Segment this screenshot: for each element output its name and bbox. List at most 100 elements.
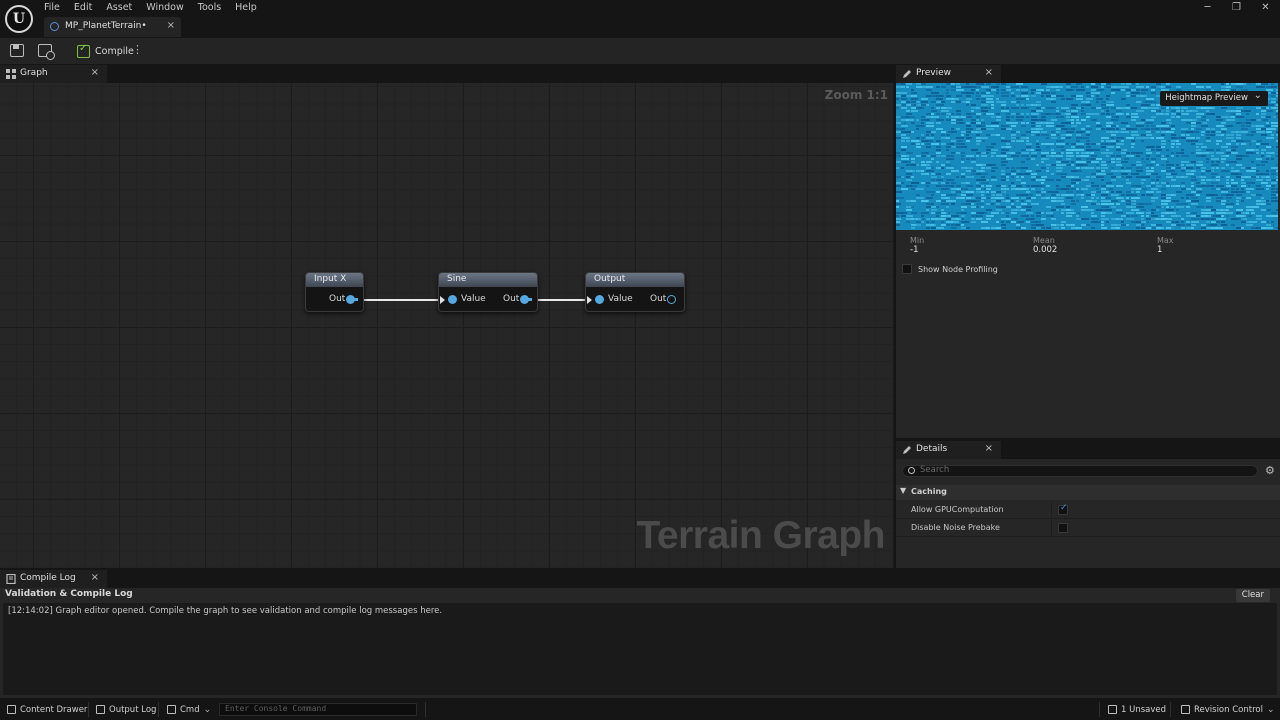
- noise-texel: [1131, 95, 1136, 97]
- noise-texel: [1166, 140, 1170, 142]
- tab-compile-log[interactable]: Compile Log ×: [0, 570, 107, 588]
- noise-texel: [901, 149, 906, 151]
- noise-texel: [911, 158, 915, 160]
- noise-texel: [1221, 83, 1224, 85]
- clear-log-button[interactable]: Clear: [1235, 589, 1270, 602]
- noise-texel: [941, 134, 945, 136]
- noise-texel: [961, 224, 964, 226]
- noise-texel: [1046, 89, 1050, 91]
- noise-texel: [1256, 146, 1259, 148]
- noise-texel: [1101, 209, 1106, 211]
- settings-gear-icon[interactable]: ⚙: [1265, 464, 1275, 477]
- noise-texel: [1096, 173, 1101, 175]
- node-output[interactable]: Output Value Out: [585, 272, 685, 312]
- noise-texel: [1156, 209, 1159, 211]
- pin-exec-in-arrow: [587, 296, 592, 304]
- noise-texel: [1056, 143, 1061, 145]
- tab-compile-log-close-icon[interactable]: ×: [91, 572, 99, 583]
- unsaved-button[interactable]: 1 Unsaved: [1108, 699, 1166, 720]
- noise-texel: [1051, 98, 1056, 100]
- content-drawer-button[interactable]: Content Drawer: [7, 699, 87, 720]
- menu-window[interactable]: Window: [139, 0, 190, 16]
- menu-help[interactable]: Help: [228, 0, 264, 16]
- noise-texel: [1131, 143, 1135, 145]
- show-node-profiling-checkbox[interactable]: [902, 264, 912, 274]
- noise-texel: [986, 149, 991, 151]
- allow-gpu-computation-checkbox[interactable]: [1058, 503, 1068, 515]
- tab-graph-close-icon[interactable]: ×: [91, 67, 99, 78]
- save-icon[interactable]: [10, 44, 24, 57]
- noise-texel: [1136, 116, 1139, 118]
- noise-texel: [1096, 95, 1099, 97]
- restore-button[interactable]: ❐: [1222, 0, 1251, 15]
- document-tab-close-icon[interactable]: ×: [167, 20, 175, 31]
- noise-texel: [1071, 125, 1077, 127]
- noise-texel: [1201, 134, 1204, 136]
- noise-texel: [1221, 122, 1226, 124]
- stat-min: Min -1: [910, 236, 924, 255]
- revision-control-button[interactable]: Revision Control ⌄: [1181, 699, 1275, 720]
- pin-out[interactable]: [667, 295, 676, 304]
- console-command-input[interactable]: Enter Console Command: [219, 703, 417, 716]
- noise-texel: [1066, 158, 1071, 160]
- noise-texel: [1036, 146, 1040, 148]
- noise-texel: [901, 101, 906, 103]
- noise-texel: [1076, 188, 1079, 190]
- noise-texel: [981, 137, 988, 139]
- caching-section-header[interactable]: ▼ Caching: [896, 485, 1280, 500]
- noise-texel: [896, 116, 900, 118]
- noise-texel: [916, 83, 921, 85]
- document-tab[interactable]: MP_PlanetTerrain• ×: [44, 17, 181, 37]
- noise-texel: [1096, 170, 1101, 172]
- tab-preview[interactable]: Preview ×: [896, 65, 1001, 83]
- node-input-x[interactable]: Input X Out: [305, 272, 364, 312]
- disable-noise-prebake-checkbox[interactable]: [1058, 523, 1068, 533]
- chevron-down-icon: ⌄: [203, 704, 212, 715]
- noise-texel: [1031, 176, 1036, 178]
- noise-texel: [1031, 116, 1037, 118]
- menu-file[interactable]: File: [37, 0, 67, 16]
- output-log-button[interactable]: Output Log: [96, 699, 156, 720]
- noise-texel: [1236, 143, 1239, 145]
- noise-texel: [911, 161, 915, 163]
- noise-texel: [1106, 203, 1114, 205]
- noise-texel: [1061, 146, 1064, 148]
- noise-texel: [936, 113, 940, 115]
- tab-details-close-icon[interactable]: ×: [985, 443, 993, 454]
- browse-asset-icon[interactable]: [38, 44, 55, 60]
- noise-texel: [976, 182, 979, 184]
- noise-texel: [1226, 209, 1229, 211]
- pin-value-in[interactable]: [448, 295, 457, 304]
- compile-log-messages[interactable]: [12:14:02] Graph editor opened. Compile …: [3, 603, 1277, 695]
- graph-canvas[interactable]: Zoom 1:1 Input X Out Sine Value Out Outp…: [0, 83, 894, 568]
- noise-texel: [1246, 224, 1253, 226]
- noise-texel: [1221, 158, 1226, 160]
- noise-texel: [991, 212, 999, 214]
- noise-texel: [1016, 131, 1020, 133]
- cmd-dropdown[interactable]: Cmd ⌄: [167, 699, 211, 720]
- noise-texel: [1116, 170, 1121, 172]
- noise-texel: [1081, 164, 1088, 166]
- menu-asset[interactable]: Asset: [99, 0, 139, 16]
- compile-label: Compile: [95, 45, 134, 57]
- noise-texel: [1011, 92, 1014, 94]
- unreal-logo[interactable]: U: [5, 5, 33, 33]
- close-window-button[interactable]: ✕: [1251, 0, 1280, 15]
- toolbar-more-icon[interactable]: ⋮: [132, 43, 143, 56]
- heightmap-preview-dropdown[interactable]: Heightmap Preview: [1160, 88, 1268, 106]
- minimize-button[interactable]: ─: [1193, 0, 1222, 15]
- pin-value-in[interactable]: [595, 295, 604, 304]
- noise-texel: [1011, 116, 1014, 118]
- tab-preview-close-icon[interactable]: ×: [985, 67, 993, 78]
- compile-button[interactable]: Compile: [77, 42, 134, 60]
- noise-texel: [991, 125, 999, 127]
- noise-texel: [931, 227, 936, 229]
- tab-graph[interactable]: Graph ×: [0, 65, 107, 83]
- noise-texel: [1036, 170, 1041, 172]
- menu-tools[interactable]: Tools: [191, 0, 228, 16]
- tab-details[interactable]: Details ×: [896, 441, 1001, 459]
- menu-edit[interactable]: Edit: [67, 0, 99, 16]
- node-sine[interactable]: Sine Value Out: [438, 272, 538, 312]
- details-search-input[interactable]: Search: [902, 465, 1258, 477]
- noise-texel: [961, 215, 965, 217]
